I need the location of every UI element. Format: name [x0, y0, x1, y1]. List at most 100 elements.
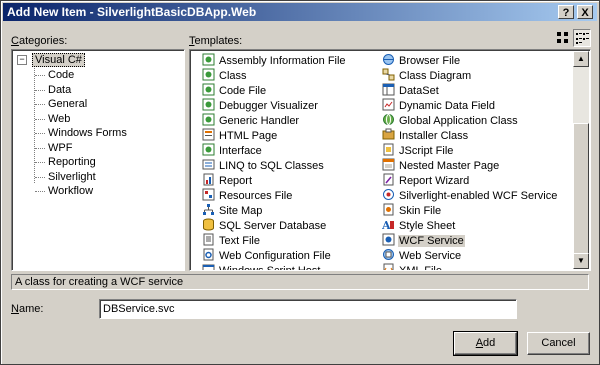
tree-node-windows-forms[interactable]: Windows Forms — [48, 126, 127, 140]
template-item-generic-handler[interactable]: Generic Handler — [202, 113, 300, 128]
template-item-label: WCF Service — [398, 235, 465, 247]
html-icon — [202, 128, 215, 141]
cs-file-icon — [202, 113, 215, 126]
template-item-text-file[interactable]: Text File — [202, 233, 261, 248]
cancel-button[interactable]: Cancel — [527, 332, 590, 355]
cs-file-icon — [202, 83, 215, 96]
template-item-dataset[interactable]: DataSet — [382, 83, 440, 98]
template-item-linq-to-sql-classes[interactable]: LINQ to SQL Classes — [202, 158, 325, 173]
template-item-label: HTML Page — [219, 130, 278, 142]
add-button[interactable]: Add — [453, 331, 518, 356]
web-service-icon — [383, 249, 394, 260]
tree-node-code[interactable]: Code — [48, 68, 74, 82]
large-icons-view-button[interactable] — [554, 29, 572, 47]
template-item-resources-file[interactable]: Resources File — [202, 188, 293, 203]
template-item-silverlight-enabled-wcf-service[interactable]: Silverlight-enabled WCF Service — [382, 188, 558, 203]
template-item-web-configuration-file[interactable]: Web Configuration File — [202, 248, 332, 263]
template-item-wcf-service[interactable]: WCF Service — [382, 233, 465, 248]
template-item-label: Code File — [219, 85, 267, 97]
tree-node-wpf[interactable]: WPF — [48, 141, 72, 155]
resources-icon — [202, 188, 215, 201]
template-item-label: LINQ to SQL Classes — [219, 160, 324, 172]
tree-connector — [35, 118, 45, 120]
template-item-label: Browser File — [399, 55, 461, 67]
add-new-item-dialog: Add New Item - SilverlightBasicDBApp.Web… — [0, 0, 600, 365]
template-item-interface[interactable]: Interface — [202, 143, 263, 158]
categories-tree[interactable]: − Visual C# Code Data General Web Windows Fo… — [11, 49, 185, 271]
small-icons-view-button[interactable] — [573, 29, 591, 47]
name-input[interactable] — [99, 299, 517, 319]
skin-icon — [383, 203, 394, 216]
template-item-label: Installer Class — [399, 130, 469, 142]
template-item-label: Silverlight-enabled WCF Service — [399, 190, 558, 202]
template-item-label: XML File — [399, 265, 442, 271]
template-item-dynamic-data-field[interactable]: Dynamic Data Field — [382, 98, 496, 113]
dataset-icon — [382, 83, 395, 96]
tree-node-reporting[interactable]: Reporting — [48, 155, 96, 169]
tree-connector — [35, 176, 45, 178]
xml-icon — [383, 263, 394, 270]
report-icon — [203, 173, 214, 186]
template-item-label: Web Configuration File — [219, 250, 331, 262]
template-item-xml-file[interactable]: XML File — [382, 263, 443, 271]
template-item-windows-script-host[interactable]: Windows Script Host — [202, 263, 321, 271]
scroll-down-button[interactable]: ▼ — [573, 253, 589, 269]
linq-icon — [202, 159, 215, 170]
template-item-assembly-information-file[interactable]: Assembly Information File — [202, 53, 347, 68]
tree-node-data[interactable]: Data — [48, 83, 71, 97]
small-icons-icon — [576, 33, 589, 44]
scroll-thumb[interactable] — [573, 123, 589, 263]
template-item-class-diagram[interactable]: Class Diagram — [382, 68, 472, 83]
template-item-class[interactable]: Class — [202, 68, 248, 83]
template-item-style-sheet[interactable]: A Style Sheet — [382, 218, 456, 233]
close-button[interactable]: X — [577, 5, 593, 19]
tree-node-visual-csharp[interactable]: Visual C# — [32, 53, 85, 67]
tree-connector — [35, 133, 45, 134]
template-item-label: Report Wizard — [399, 175, 470, 187]
template-item-html-page[interactable]: HTML Page — [202, 128, 278, 143]
template-item-site-map[interactable]: Site Map — [202, 203, 263, 218]
help-button[interactable]: ? — [558, 5, 574, 19]
wcf-service-icon — [382, 233, 395, 246]
tree-node-silverlight[interactable]: Silverlight — [48, 170, 96, 184]
name-label: Name: — [11, 303, 44, 315]
tree-connector — [35, 75, 45, 76]
templates-label: Templates: — [189, 35, 243, 47]
template-description: A class for creating a WCF service — [11, 274, 589, 290]
template-item-skin-file[interactable]: Skin File — [382, 203, 442, 218]
template-item-label: Nested Master Page — [399, 160, 500, 172]
template-item-global-application-class[interactable]: Global Application Class — [382, 113, 519, 128]
template-item-jscript-file[interactable]: JScript File — [382, 143, 454, 158]
template-item-sql-server-database[interactable]: SQL Server Database — [202, 218, 327, 233]
template-item-report-wizard[interactable]: Report Wizard — [382, 173, 470, 188]
template-item-installer-class[interactable]: Installer Class — [382, 128, 469, 143]
template-item-label: Text File — [219, 235, 260, 247]
template-item-browser-file[interactable]: Browser File — [382, 53, 461, 68]
template-item-web-service[interactable]: Web Service — [382, 248, 462, 263]
template-item-label: Resources File — [219, 190, 293, 202]
tree-node-general[interactable]: General — [48, 97, 87, 111]
template-item-report[interactable]: Report — [202, 173, 253, 188]
template-item-code-file[interactable]: Code File — [202, 83, 267, 98]
installer-icon — [382, 128, 395, 140]
tree-node-web[interactable]: Web — [48, 112, 70, 126]
templates-scrollbar[interactable]: ▲ ▼ — [573, 51, 589, 269]
template-item-label: Generic Handler — [219, 115, 300, 127]
template-item-nested-master-page[interactable]: Nested Master Page — [382, 158, 500, 173]
tree-node-workflow[interactable]: Workflow — [48, 184, 93, 198]
template-item-debugger-visualizer[interactable]: Debugger Visualizer — [202, 98, 319, 113]
title-bar[interactable]: Add New Item - SilverlightBasicDBApp.Web… — [3, 3, 597, 21]
cs-file-icon — [202, 98, 215, 111]
script-icon — [202, 264, 215, 270]
template-item-label: Assembly Information File — [219, 55, 346, 67]
categories-label: Categories: — [11, 35, 68, 47]
svg-text:A: A — [382, 219, 391, 231]
templates-list[interactable]: Assembly Information File Class Code File D… — [189, 49, 591, 271]
tree-connector — [35, 162, 45, 163]
tree-connector — [35, 147, 45, 149]
scroll-up-button[interactable]: ▲ — [573, 51, 589, 67]
collapse-icon[interactable]: − — [17, 55, 27, 65]
large-icons-icon — [557, 32, 568, 43]
template-item-label: Windows Script Host — [219, 265, 321, 271]
stylesheet-icon: A — [382, 219, 394, 231]
